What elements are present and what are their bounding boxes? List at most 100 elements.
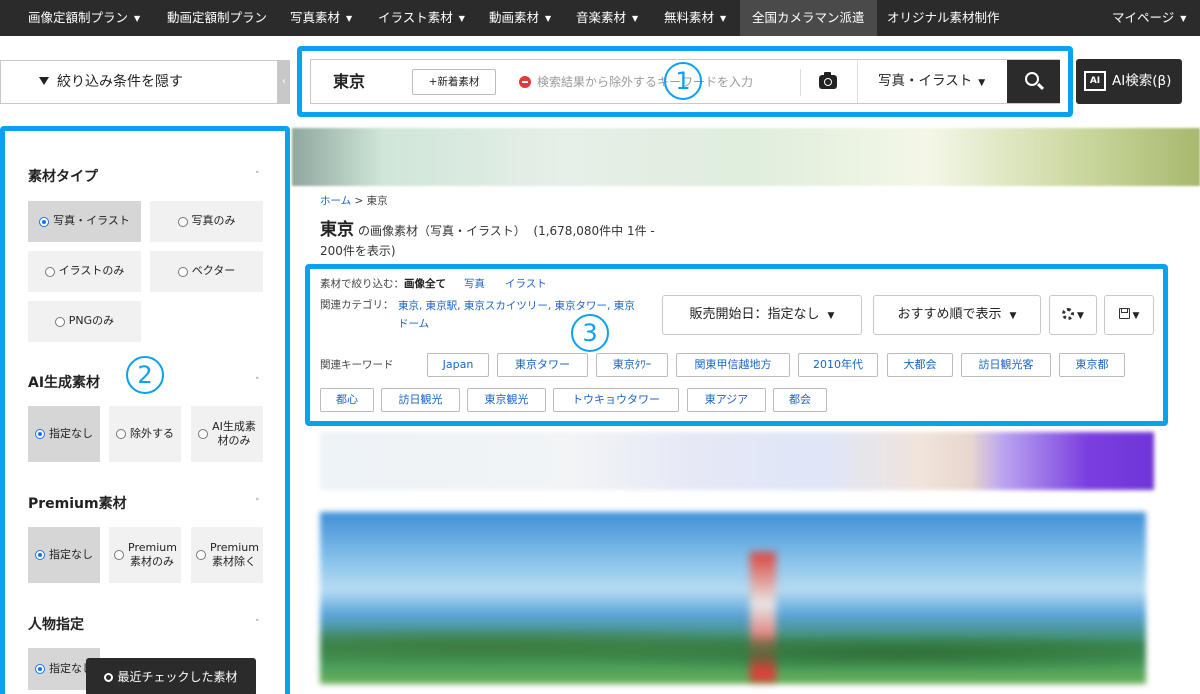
radio-icon	[196, 550, 206, 560]
nav-music[interactable]: 音楽素材 ▼	[576, 0, 638, 36]
result-heading: 東京 の画像素材（写真・イラスト） (1,678,080件中 1件 - 200件を…	[320, 220, 655, 258]
option-ai-exclude[interactable]: 除外する	[109, 406, 181, 462]
number-badge-3: 3	[571, 314, 609, 352]
chevron-down-icon: ▼	[458, 14, 465, 23]
keyword-tag[interactable]: 2010年代	[798, 353, 878, 377]
collapse-sidebar-button[interactable]: ‹	[278, 60, 290, 104]
radio-icon	[116, 429, 126, 439]
breadcrumb: ホーム > 東京	[320, 195, 388, 207]
nav-illustration[interactable]: イラスト素材 ▼	[378, 0, 465, 36]
radio-icon	[54, 316, 65, 327]
option-vector[interactable]: ベクター	[150, 251, 263, 292]
breadcrumb-current: 東京	[366, 195, 388, 207]
keyword-tag[interactable]: 訪日観光客	[961, 353, 1051, 377]
option-photo-illust[interactable]: 写真・イラスト	[28, 201, 141, 242]
collapse-chevron-icon[interactable]: ˄	[255, 171, 260, 181]
chevron-down-icon: ▼	[827, 311, 835, 321]
nav-video[interactable]: 動画素材 ▼	[489, 0, 551, 36]
collapse-chevron-icon[interactable]: ˄	[255, 498, 260, 508]
zoom-icon	[104, 673, 114, 682]
section-title-material-type: 素材タイプ	[28, 169, 98, 185]
top-navigation: 画像定額制プラン ▼ 動画定額制プラン 写真素材 ▼ イラスト素材 ▼ 動画素材 ▼ 音…	[0, 0, 1200, 36]
result-keyword: 東京	[320, 220, 354, 240]
keyword-tag[interactable]: 東京都	[1059, 353, 1125, 377]
search-button[interactable]	[1007, 60, 1060, 103]
exclude-keyword-input[interactable]	[537, 71, 787, 93]
keyword-tag[interactable]: トウキョウタワー	[553, 388, 679, 412]
number-badge-2: 2	[126, 356, 164, 394]
material-type-select[interactable]: 写真・イラスト ▼	[857, 60, 1007, 103]
promo-banner[interactable]	[292, 128, 1200, 186]
save-icon	[1118, 308, 1130, 319]
number-badge-1: 1	[664, 62, 702, 100]
trees-image-region	[320, 622, 1146, 684]
nav-mypage[interactable]: マイページ ▼	[1112, 0, 1186, 36]
hide-filters-button[interactable]: 絞り込み条件を隠す	[0, 60, 278, 104]
radio-icon	[35, 550, 45, 560]
chevron-down-icon: ▼	[720, 14, 727, 23]
keyword-tag[interactable]: 都会	[773, 388, 827, 412]
option-ai-none[interactable]: 指定なし	[28, 406, 100, 462]
chevron-down-icon: ▼	[632, 14, 639, 23]
nav-original-production[interactable]: オリジナル素材制作	[887, 0, 1000, 36]
divider	[800, 69, 801, 96]
collapse-chevron-icon[interactable]: ˄	[255, 377, 260, 387]
nav-free[interactable]: 無料素材 ▼	[664, 0, 726, 36]
keyword-tag[interactable]: 東京ﾀﾜｰ	[596, 353, 668, 377]
option-ai-only[interactable]: AI生成素材のみ	[191, 406, 263, 462]
chevron-down-icon: ▼	[1132, 311, 1140, 321]
collapse-chevron-icon[interactable]: ˄	[255, 619, 260, 629]
keyword-tag[interactable]: 東京タワー	[497, 353, 588, 377]
radio-icon	[198, 429, 208, 439]
settings-dropdown[interactable]: ▼	[1049, 295, 1097, 335]
option-premium-none[interactable]: 指定なし	[28, 527, 100, 583]
camera-icon[interactable]	[819, 72, 837, 89]
search-keyword[interactable]: 東京	[333, 60, 365, 103]
gear-icon	[1062, 308, 1075, 320]
nav-photo[interactable]: 写真素材 ▼	[290, 0, 352, 36]
keyword-tag[interactable]: Japan	[427, 353, 489, 377]
chevron-down-icon: ▼	[346, 14, 353, 23]
option-photo-only[interactable]: 写真のみ	[150, 201, 263, 242]
keyword-tag[interactable]: 都心	[320, 388, 374, 412]
keyword-tag[interactable]: 関東甲信越地方	[676, 353, 790, 377]
chevron-down-icon: ▼	[545, 14, 552, 23]
section-title-person: 人物指定	[28, 617, 84, 633]
nav-video-subscription[interactable]: 動画定額制プラン	[167, 0, 267, 36]
search-result-image[interactable]	[320, 512, 1146, 684]
radio-icon	[39, 216, 50, 227]
chevron-down-icon: ▼	[978, 78, 986, 88]
related-category-label: 関連カテゴリ：	[320, 299, 394, 311]
chevron-down-icon: ▼	[1009, 311, 1017, 321]
save-dropdown[interactable]: ▼	[1104, 295, 1154, 335]
keyword-tag[interactable]: 訪日観光	[381, 388, 460, 412]
filter-icon	[39, 77, 49, 85]
option-premium-only[interactable]: Premium素材のみ	[109, 527, 181, 583]
ai-search-button[interactable]: AI AI検索(β)	[1076, 59, 1182, 104]
sort-order-dropdown[interactable]: おすすめ順で表示 ▼	[873, 295, 1041, 335]
new-materials-button[interactable]: +新着素材	[412, 69, 496, 95]
radio-icon	[35, 429, 45, 439]
radio-icon	[44, 266, 55, 277]
radio-icon	[177, 216, 188, 227]
material-filter-illust[interactable]: イラスト	[505, 278, 547, 290]
release-date-dropdown[interactable]: 販売開始日：指定なし ▼	[662, 295, 862, 335]
radio-icon	[177, 266, 188, 277]
breadcrumb-home[interactable]: ホーム	[320, 195, 351, 207]
recently-checked-button[interactable]: 最近チェックした素材	[86, 658, 256, 694]
ad-banner[interactable]	[320, 432, 1154, 490]
chevron-down-icon: ▼	[1077, 311, 1084, 321]
keyword-tag[interactable]: 大都会	[887, 353, 953, 377]
chevron-down-icon: ▼	[134, 14, 141, 23]
material-filter-photo[interactable]: 写真	[464, 278, 485, 290]
keyword-tag[interactable]: 東アジア	[687, 388, 766, 412]
option-png-only[interactable]: PNGのみ	[28, 301, 141, 342]
material-filter-current: 画像全て	[404, 278, 446, 290]
nav-image-subscription[interactable]: 画像定額制プラン ▼	[28, 0, 140, 36]
option-premium-exclude[interactable]: Premium素材除く	[191, 527, 263, 583]
keyword-tag[interactable]: 東京観光	[467, 388, 546, 412]
material-filter: 素材で絞り込む：画像全て 写真 イラスト	[320, 278, 547, 290]
nav-photographer-dispatch[interactable]: 全国カメラマン派遣	[740, 0, 877, 36]
ai-chip-icon: AI	[1084, 71, 1106, 91]
option-illust-only[interactable]: イラストのみ	[28, 251, 141, 292]
